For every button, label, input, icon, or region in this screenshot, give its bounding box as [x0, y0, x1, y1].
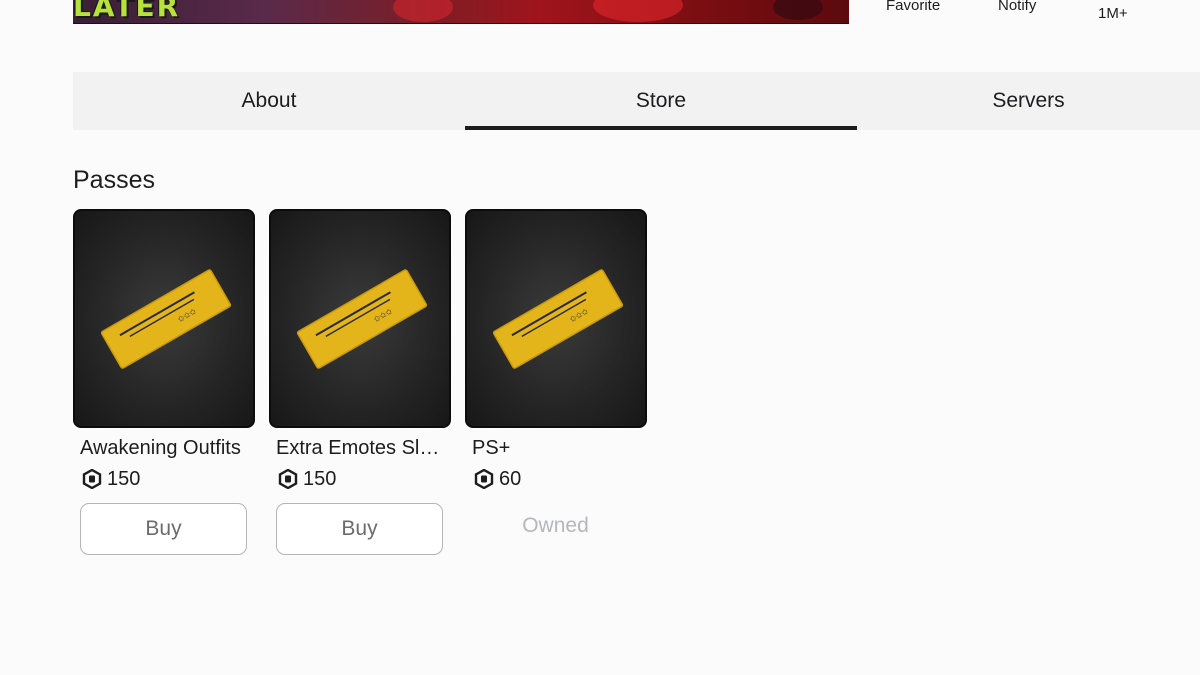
gold-ticket-icon: ✩✩✩	[100, 269, 232, 369]
pass-card[interactable]: ✩✩✩ Awakening Outfits 150 Buy	[73, 209, 255, 555]
quick-actions: Favorite Notify 1M+	[860, 0, 1200, 27]
pass-name[interactable]: PS+	[465, 437, 641, 460]
pass-card[interactable]: ✩✩✩ PS+ 60 Owned	[465, 209, 647, 549]
pass-thumbnail[interactable]: ✩✩✩	[269, 209, 451, 428]
game-banner: LATER	[73, 0, 849, 24]
banner-art	[773, 0, 823, 20]
visits-count: 1M+	[1098, 5, 1128, 22]
game-page: LATER Favorite Notify 1M+ About Store Se…	[0, 0, 1200, 675]
gold-ticket-icon: ✩✩✩	[296, 269, 428, 369]
pass-card[interactable]: ✩✩✩ Extra Emotes Slo... 150 Buy	[269, 209, 451, 555]
banner-art	[593, 0, 683, 22]
favorite-button[interactable]: Favorite	[886, 0, 940, 14]
pass-price: 60	[499, 467, 522, 490]
banner-art	[393, 0, 453, 22]
robux-icon	[278, 469, 298, 489]
tab-about[interactable]: About	[73, 72, 465, 130]
tab-store[interactable]: Store	[465, 72, 857, 130]
robux-icon	[474, 469, 494, 489]
pass-price: 150	[303, 467, 337, 490]
tab-servers[interactable]: Servers	[857, 72, 1200, 130]
buy-button[interactable]: Buy	[80, 503, 247, 555]
pass-name[interactable]: Extra Emotes Slo...	[269, 437, 445, 460]
robux-icon	[82, 469, 102, 489]
section-title: Passes	[73, 166, 155, 194]
notify-button[interactable]: Notify	[998, 0, 1036, 14]
price-row: 150	[73, 466, 255, 492]
pass-thumbnail[interactable]: ✩✩✩	[73, 209, 255, 428]
game-logo: LATER	[73, 0, 181, 23]
tab-bar: About Store Servers	[73, 72, 1200, 130]
pass-thumbnail[interactable]: ✩✩✩	[465, 209, 647, 428]
pass-name[interactable]: Awakening Outfits	[73, 437, 249, 460]
pass-price: 150	[107, 467, 141, 490]
owned-label: Owned	[522, 514, 589, 537]
buy-button[interactable]: Buy	[276, 503, 443, 555]
price-row: 60	[465, 466, 647, 492]
gold-ticket-icon: ✩✩✩	[492, 269, 624, 369]
price-row: 150	[269, 466, 451, 492]
